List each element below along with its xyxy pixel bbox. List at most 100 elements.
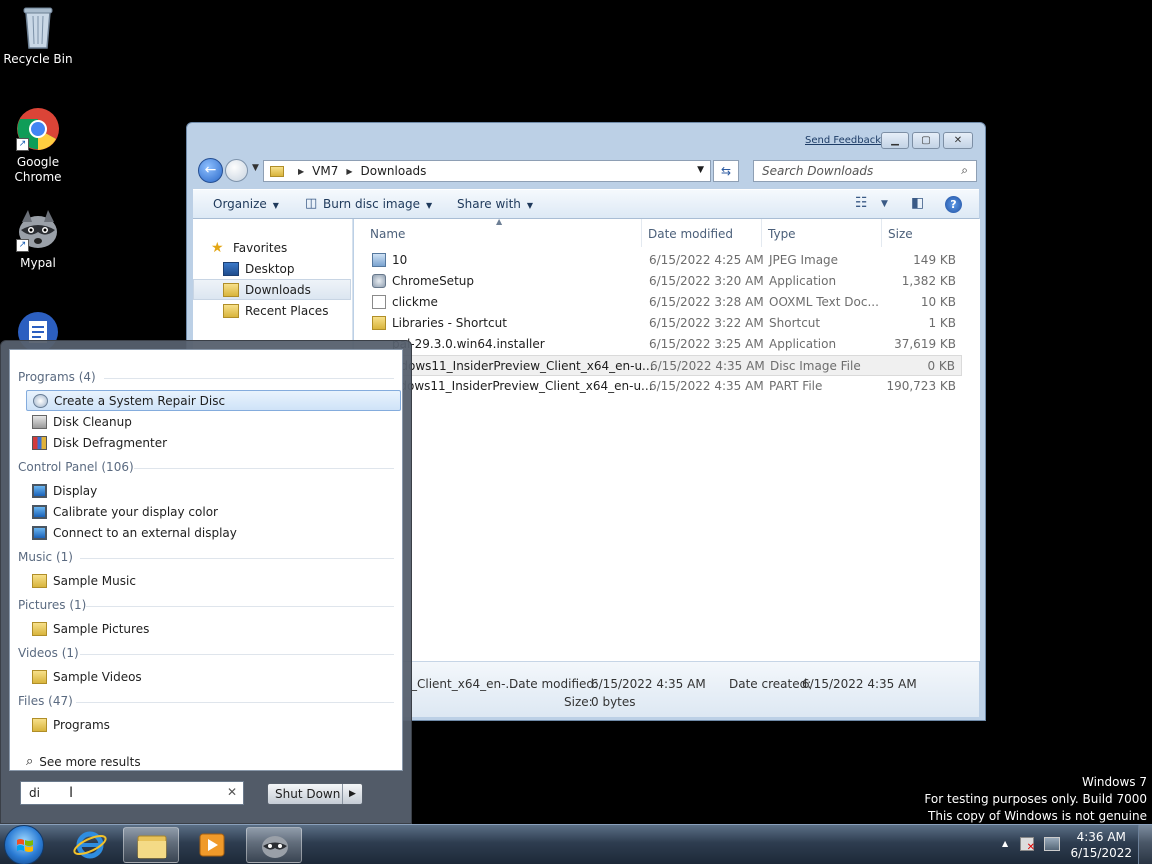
taskbar-internet-explorer[interactable]: [62, 827, 118, 863]
view-options-icon[interactable]: ☷: [855, 195, 868, 211]
result-create-system-repair-disc[interactable]: Create a System Repair Disc: [26, 390, 401, 411]
file-row-selected[interactable]: adows11_InsiderPreview_Client_x64_en-u..…: [366, 355, 962, 376]
file-type: PART File: [769, 379, 823, 393]
maximize-button[interactable]: ▢: [912, 132, 940, 149]
category-music[interactable]: Music (1): [18, 550, 73, 564]
result-calibrate-display-color[interactable]: Calibrate your display color: [26, 501, 401, 522]
file-size: 37,619 KB: [894, 337, 956, 351]
search-input[interactable]: Search Downloads ⌕: [753, 160, 977, 182]
help-icon[interactable]: ?: [945, 196, 962, 213]
start-button[interactable]: [4, 825, 44, 864]
back-button[interactable]: ←: [198, 158, 223, 183]
result-disk-cleanup[interactable]: Disk Cleanup: [26, 411, 401, 432]
file-date: 6/15/2022 4:35 AM: [650, 359, 765, 373]
start-search-input[interactable]: di I ✕: [20, 781, 244, 805]
clear-search-icon[interactable]: ✕: [227, 785, 237, 799]
result-disk-defragmenter[interactable]: Disk Defragmenter: [26, 432, 401, 453]
category-programs[interactable]: Programs (4): [18, 370, 96, 384]
file-row[interactable]: ChromeSetup 6/15/2022 3:20 AM Applicatio…: [366, 271, 962, 292]
send-feedback-link[interactable]: Send Feedback: [805, 135, 881, 146]
result-sample-music[interactable]: Sample Music: [26, 570, 401, 591]
desktop-icon-mypal[interactable]: ↗ Mypal: [0, 208, 76, 271]
address-bar[interactable]: ▶ VM7 ▶ Downloads ▼: [263, 160, 711, 182]
nav-downloads[interactable]: Downloads: [193, 279, 351, 300]
category-videos[interactable]: Videos (1): [18, 646, 79, 660]
folder-icon: [32, 621, 47, 636]
chevron-right-icon[interactable]: ▶: [346, 167, 352, 176]
address-dropdown-icon[interactable]: ▼: [697, 165, 704, 175]
burn-disc-image-button[interactable]: Burn disc image ▼: [323, 197, 432, 211]
column-header-type[interactable]: Type: [762, 219, 882, 247]
recent-pages-dropdown-icon[interactable]: ▼: [252, 163, 259, 173]
result-sample-videos[interactable]: Sample Videos: [26, 666, 401, 687]
command-toolbar: Organize ▼ ◫ Burn disc image ▼ Share with ▼…: [193, 189, 979, 219]
display-monitor-icon: [32, 525, 47, 540]
refresh-button[interactable]: ⇆: [713, 160, 739, 182]
column-header-name[interactable]: Name: [364, 219, 642, 247]
result-label: Calibrate your display color: [53, 504, 218, 519]
downloads-folder-icon: [270, 165, 284, 177]
folder-icon: [137, 835, 167, 859]
file-row[interactable]: 10 6/15/2022 4:25 AM JPEG Image 149 KB: [366, 250, 962, 271]
repair-disc-icon: [33, 393, 48, 408]
details-file-name: _Client_x64_en-...: [411, 677, 517, 691]
start-menu[interactable]: Programs (4) Create a System Repair Disc…: [0, 340, 412, 824]
file-name: adows11_InsiderPreview_Client_x64_en-u..…: [392, 379, 653, 393]
window-controls: ▁ ▢ ✕: [881, 132, 973, 149]
desktop-icon-recycle-bin[interactable]: Recycle Bin: [0, 4, 76, 67]
breadcrumb-vm7[interactable]: VM7: [312, 164, 338, 178]
file-row[interactable]: adows11_InsiderPreview_Client_x64_en-u..…: [366, 376, 962, 397]
shut-down-button[interactable]: Shut Down ▶: [267, 783, 363, 805]
network-icon[interactable]: [1044, 837, 1060, 851]
column-header-size[interactable]: Size: [882, 219, 962, 247]
nav-desktop-label: Desktop: [245, 261, 295, 276]
breadcrumb-downloads[interactable]: Downloads: [361, 164, 427, 178]
file-list[interactable]: Name ▲ Date modified Type Size 10 6/15/2…: [354, 217, 980, 661]
forward-button[interactable]: [225, 159, 248, 182]
nav-desktop[interactable]: Desktop: [193, 258, 351, 279]
preview-pane-icon[interactable]: ◧: [911, 195, 924, 211]
minimize-button[interactable]: ▁: [881, 132, 909, 149]
taskbar-mypal[interactable]: [246, 827, 302, 863]
image-file-icon: [372, 253, 386, 267]
result-display[interactable]: Display: [26, 480, 401, 501]
chevron-down-icon[interactable]: ▼: [881, 199, 888, 209]
start-search-value: di: [29, 786, 40, 800]
result-connect-external-display[interactable]: Connect to an external display: [26, 522, 401, 543]
desktop-icon-chrome[interactable]: ↗ Google Chrome: [0, 107, 76, 185]
result-sample-pictures[interactable]: Sample Pictures: [26, 618, 401, 639]
category-control-panel[interactable]: Control Panel (106): [18, 460, 134, 474]
nav-recent-places[interactable]: Recent Places: [193, 300, 351, 321]
file-name: adows11_InsiderPreview_Client_x64_en-u..…: [393, 359, 654, 373]
show-desktop-button[interactable]: [1138, 825, 1152, 864]
action-center-icon[interactable]: ✕: [1020, 837, 1035, 853]
clock[interactable]: 4:36 AM 6/15/2022: [1070, 829, 1132, 861]
share-with-button[interactable]: Share with ▼: [457, 197, 533, 211]
file-row[interactable]: clickme 6/15/2022 3:28 AM OOXML Text Doc…: [366, 292, 962, 313]
show-hidden-icons-icon[interactable]: ▲: [1002, 839, 1008, 848]
search-icon[interactable]: ⌕: [961, 163, 968, 178]
organize-button[interactable]: Organize ▼: [213, 197, 279, 211]
column-header-date[interactable]: Date modified: [642, 219, 762, 247]
category-files[interactable]: Files (47): [18, 694, 73, 708]
close-button[interactable]: ✕: [943, 132, 973, 149]
file-row[interactable]: pal-29.3.0.win64.installer 6/15/2022 3:2…: [366, 334, 962, 355]
details-date-modified: 6/15/2022 4:35 AM: [591, 677, 706, 691]
shortcut-arrow-icon: ↗: [16, 239, 29, 252]
category-pictures[interactable]: Pictures (1): [18, 598, 86, 612]
chevron-right-icon[interactable]: ▶: [298, 167, 304, 176]
taskbar-windows-explorer[interactable]: [123, 827, 179, 863]
nav-favorites[interactable]: ★ Favorites: [211, 237, 351, 258]
result-programs-folder[interactable]: Programs: [26, 714, 401, 735]
file-row[interactable]: Libraries - Shortcut 6/15/2022 3:22 AM S…: [366, 313, 962, 334]
explorer-titlebar[interactable]: Send Feedback ▁ ▢ ✕: [187, 123, 985, 155]
file-name: clickme: [392, 295, 438, 309]
chevron-down-icon: ▼: [425, 201, 433, 210]
disk-defragmenter-icon: [32, 435, 47, 450]
shut-down-options-icon[interactable]: ▶: [342, 784, 362, 804]
taskbar-media-player[interactable]: [184, 827, 240, 863]
disc-image-icon: ◫: [305, 196, 318, 211]
mypal-raccoon-icon: [262, 836, 288, 858]
system-tray: ▲ ✕ 4:36 AM 6/15/2022: [992, 825, 1152, 864]
see-more-results-link[interactable]: ⌕ See more results: [26, 754, 141, 769]
